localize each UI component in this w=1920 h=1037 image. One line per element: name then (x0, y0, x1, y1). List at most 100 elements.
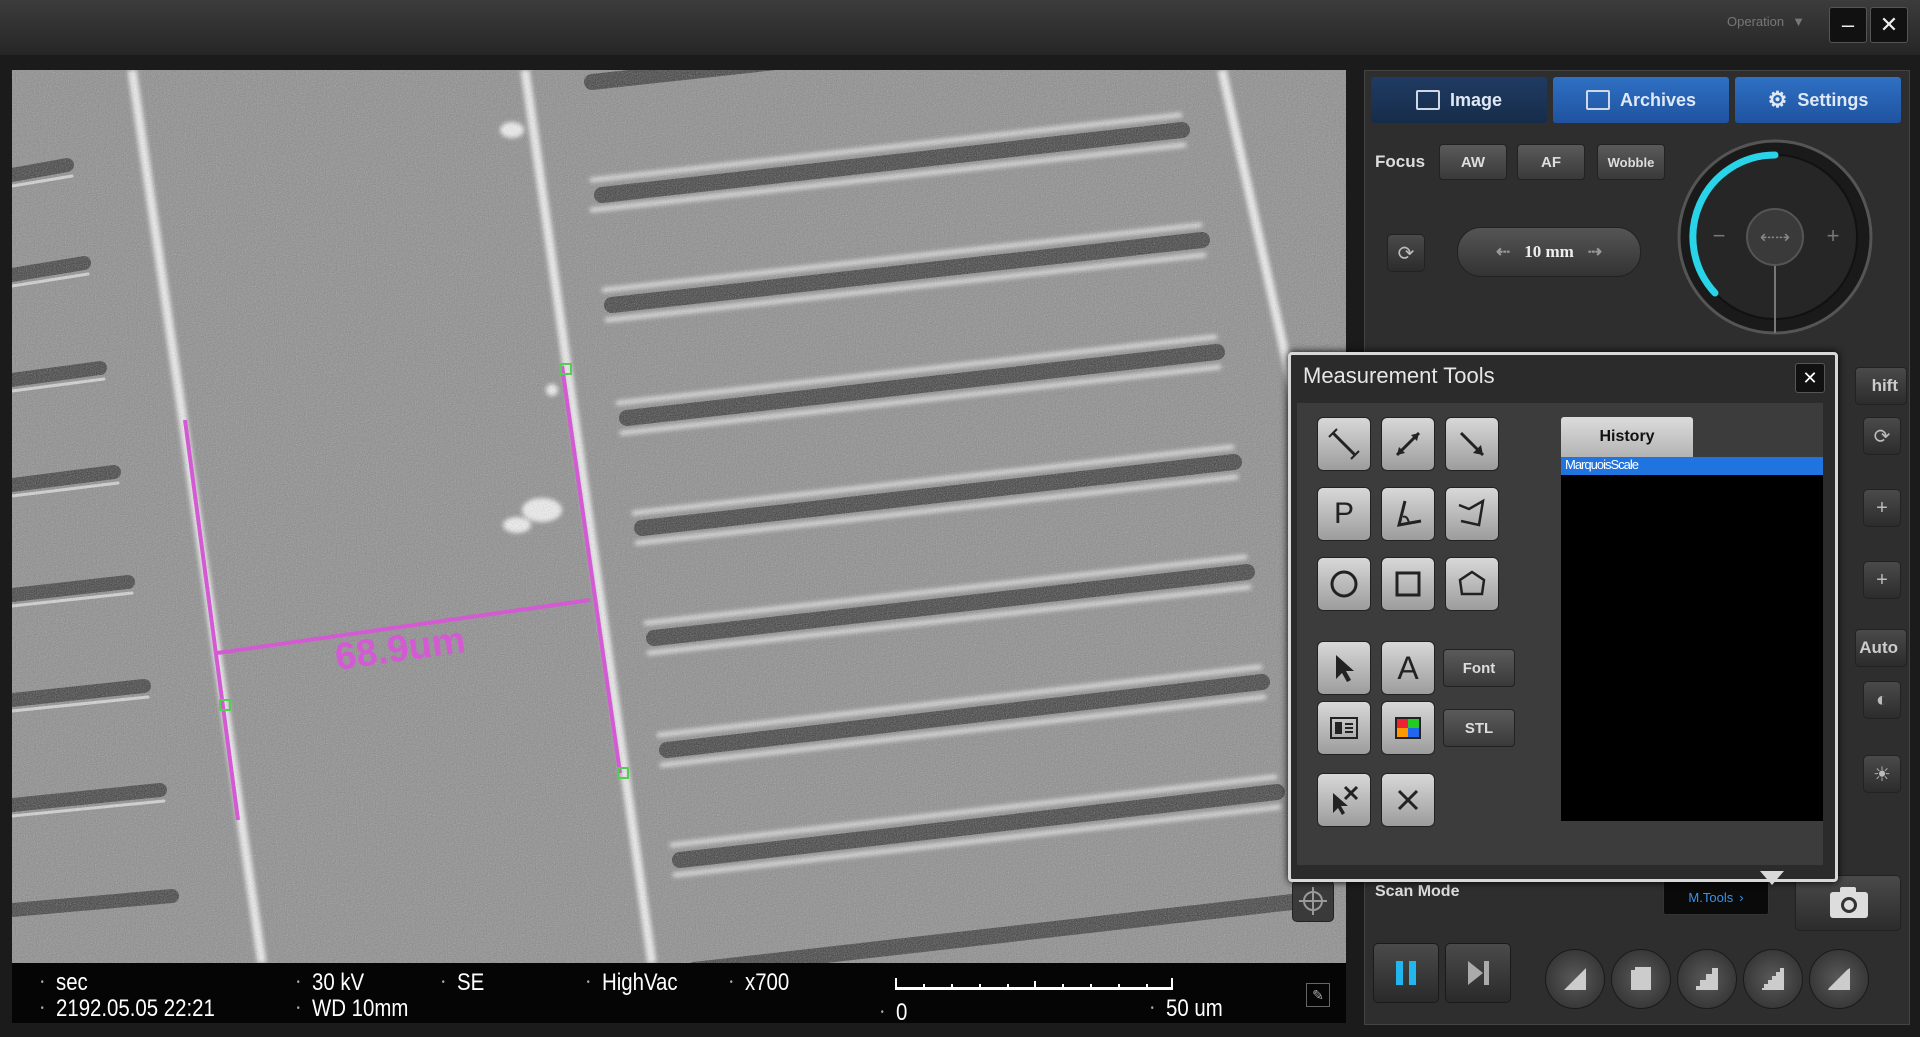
tab-image[interactable]: Image (1371, 77, 1547, 123)
tab-archives[interactable]: Archives (1553, 77, 1729, 123)
aw-button[interactable]: AW (1439, 144, 1507, 180)
circle-tool-icon (1330, 570, 1358, 598)
history-list[interactable]: MarquoisScale (1561, 457, 1823, 821)
dialog-title: Measurement Tools (1303, 363, 1495, 388)
font-button[interactable]: Font (1443, 649, 1515, 687)
tool-delete-selected[interactable] (1317, 773, 1371, 827)
capture-button[interactable] (1795, 875, 1901, 931)
tool-point[interactable]: P (1317, 487, 1371, 541)
angle-tool-icon (1396, 500, 1422, 527)
tab-settings[interactable]: ⚙ Settings (1735, 77, 1901, 123)
tool-info-box[interactable] (1317, 701, 1371, 755)
tool-polyline[interactable] (1445, 487, 1499, 541)
status-vacuum: HighVac (587, 969, 678, 997)
arrow-left-icon: ⇠ (1495, 242, 1511, 261)
status-datetime: 2192.05.05 22:21 (41, 995, 215, 1023)
contrast-button[interactable]: ◐ (1863, 681, 1901, 719)
tool-angle[interactable] (1381, 487, 1435, 541)
crosshair-button[interactable] (1292, 880, 1334, 922)
pause-button[interactable] (1373, 943, 1439, 1003)
archive-icon (1585, 90, 1610, 110)
tool-distance[interactable] (1381, 417, 1435, 471)
tool-line[interactable] (1317, 417, 1371, 471)
arrow-tool-icon (1459, 431, 1485, 457)
scan-speed-2-button[interactable] (1611, 949, 1671, 1009)
plus-icon: + (1876, 496, 1888, 519)
camera-icon (1830, 887, 1868, 918)
scan-speed-4-icon (1762, 968, 1784, 990)
auto-button[interactable]: Auto (1855, 629, 1907, 667)
plus-icon: + (1876, 568, 1888, 591)
minimize-button[interactable]: – (1829, 7, 1867, 43)
brightness-button[interactable]: ☀ (1863, 755, 1901, 793)
mtools-button[interactable]: M.Tools › (1663, 879, 1769, 915)
pause-icon (1396, 961, 1416, 985)
reset-focus-button[interactable]: ⟳ (1387, 234, 1425, 272)
list-item[interactable]: MarquoisScale (1561, 457, 1823, 475)
increase-button-2[interactable]: + (1863, 561, 1901, 599)
status-mode: sec (41, 969, 88, 997)
sem-image-view[interactable]: 68.9um (12, 70, 1346, 963)
dialog-body: P A Font STL History MarquoisScale (1297, 403, 1823, 865)
svg-text:−: − (1713, 223, 1726, 248)
cursor-icon (1336, 655, 1354, 682)
scan-speed-1-icon (1564, 968, 1586, 990)
title-bar: Operation ▼ – ✕ (0, 0, 1920, 55)
af-button[interactable]: AF (1517, 144, 1585, 180)
distance-tool-icon (1395, 431, 1421, 457)
step-forward-icon (1468, 961, 1489, 985)
increase-button-1[interactable]: + (1863, 489, 1901, 527)
scan-speed-5-button[interactable] (1809, 949, 1869, 1009)
tool-text[interactable]: A (1381, 641, 1435, 695)
dialog-close-button[interactable]: ✕ (1795, 363, 1825, 393)
chevron-down-icon: ▼ (1792, 14, 1805, 29)
history-tab[interactable]: History (1561, 417, 1693, 457)
rectangle-tool-icon (1395, 571, 1421, 597)
tab-settings-label: Settings (1797, 89, 1869, 110)
status-working-distance: WD 10mm (297, 995, 409, 1023)
pencil-icon[interactable]: ✎ (1306, 983, 1330, 1007)
mtools-label: M.Tools (1688, 889, 1734, 905)
close-icon: ✕ (1802, 367, 1818, 388)
scan-speed-5-icon (1828, 968, 1850, 990)
info-box-icon (1330, 717, 1358, 739)
step-forward-button[interactable] (1445, 943, 1511, 1003)
status-bar: sec 2192.05.05 22:21 30 kV WD 10mm SE Hi… (12, 963, 1346, 1026)
polyline-tool-icon (1458, 498, 1485, 527)
scan-speed-3-button[interactable] (1677, 949, 1737, 1009)
delete-selected-icon (1333, 785, 1359, 815)
scan-speed-1-button[interactable] (1545, 949, 1605, 1009)
clear-all-icon (1397, 789, 1419, 811)
color-palette-icon (1395, 717, 1421, 739)
arrow-right-icon: ⇢ (1587, 242, 1603, 261)
status-detector: SE (442, 969, 485, 997)
scan-speed-2-icon (1631, 967, 1651, 990)
rotate-icon: ⟳ (1397, 242, 1415, 265)
operation-menu[interactable]: Operation ▼ (1727, 14, 1805, 29)
focus-step-value: 10 mm (1524, 242, 1574, 261)
tool-polygon[interactable] (1445, 557, 1499, 611)
focus-knob[interactable]: ⇠⇢ − + (1675, 137, 1875, 337)
tool-color[interactable] (1381, 701, 1435, 755)
tool-circle[interactable] (1317, 557, 1371, 611)
stl-button[interactable]: STL (1443, 709, 1515, 747)
tool-clear-all[interactable] (1381, 773, 1435, 827)
tab-archives-label: Archives (1619, 89, 1697, 110)
tool-rectangle[interactable] (1381, 557, 1435, 611)
scan-mode-label: Scan Mode (1375, 883, 1460, 900)
scale-end-label: 50 um (1151, 995, 1223, 1023)
shift-reset-button[interactable]: ⟳ (1863, 417, 1901, 455)
scan-speed-3-icon (1696, 968, 1718, 990)
tab-image-label: Image (1449, 89, 1503, 110)
tool-select[interactable] (1317, 641, 1371, 695)
close-window-button[interactable]: ✕ (1870, 7, 1908, 43)
shift-button[interactable]: hift (1855, 367, 1907, 405)
focus-step-control[interactable]: ⇠ 10 mm ⇢ (1457, 227, 1641, 277)
wobble-button[interactable]: Wobble (1597, 144, 1665, 180)
scan-speed-4-button[interactable] (1743, 949, 1803, 1009)
svg-text:⇠⇢: ⇠⇢ (1760, 227, 1790, 247)
rotate-icon: ⟳ (1873, 425, 1891, 448)
tool-arrow[interactable] (1445, 417, 1499, 471)
dialog-pointer (1760, 871, 1784, 885)
svg-text:+: + (1827, 223, 1840, 248)
